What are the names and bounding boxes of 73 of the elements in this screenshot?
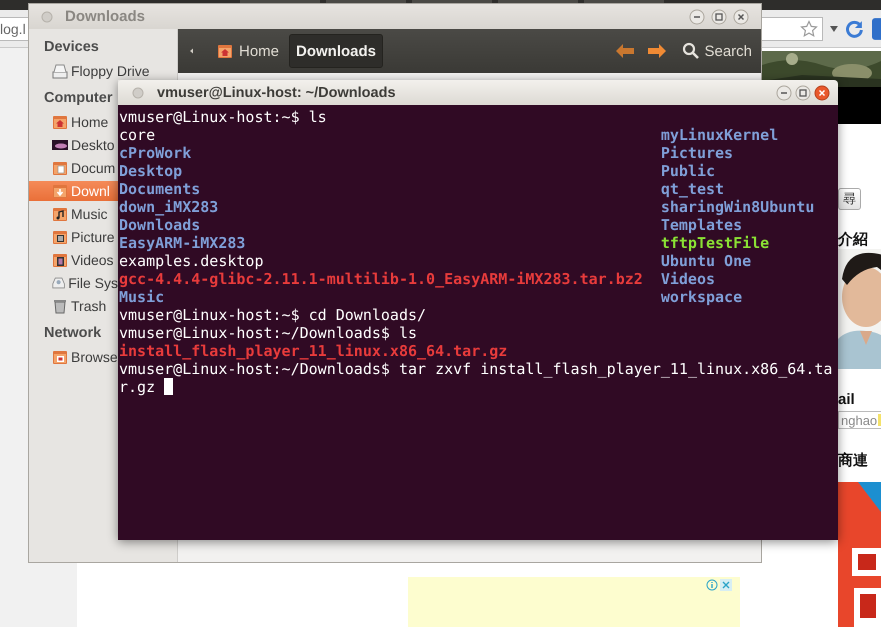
directory-name: Downloads	[119, 216, 200, 234]
caret-icon[interactable]	[829, 24, 840, 32]
sidebar-heading: Computer	[44, 89, 112, 108]
sidebar-heading: Network	[44, 324, 102, 343]
music-folder-icon	[52, 206, 68, 222]
archive-name: install_flash_player_11_linux.x86_64.tar.gz	[119, 342, 508, 360]
directory-name: Public	[660, 162, 716, 180]
maximize-button[interactable]	[795, 84, 811, 100]
directory-name: Ubuntu One	[660, 252, 752, 270]
command-line: vmuser@Linux-host:~$ cd Downloads/	[119, 306, 426, 324]
document-folder-icon	[52, 160, 68, 176]
sidebar-item[interactable]: Docum	[29, 158, 118, 178]
command-line: vmuser@Linux-host:~/Downloads$ ls	[119, 324, 418, 342]
sidebar-item[interactable]: Videos	[29, 250, 118, 270]
maximize-button[interactable]	[711, 8, 727, 24]
network-folder-icon	[52, 349, 68, 365]
search-icon[interactable]	[682, 42, 700, 60]
picture-folder-icon	[52, 229, 68, 245]
forward-arrow-icon[interactable]	[646, 42, 668, 60]
star-icon[interactable]	[800, 20, 818, 38]
path-button[interactable]: Downloads	[289, 34, 384, 68]
drive-icon	[52, 275, 66, 291]
directory-name: qt_test	[660, 180, 724, 198]
section-heading: 商連	[838, 451, 868, 470]
sidebar-heading: Devices	[44, 38, 99, 57]
sidebar-item[interactable]: File Sys	[29, 273, 118, 293]
file-name: core	[119, 126, 156, 144]
sidebar-item[interactable]: Floppy Drive	[29, 61, 154, 81]
search-button[interactable]: 尋	[838, 188, 861, 210]
drive-icon	[52, 63, 68, 79]
directory-name: EasyARM-iMX283	[119, 234, 246, 252]
window-title: Downloads	[65, 8, 146, 25]
directory-name: down_iMX283	[119, 198, 218, 216]
window-title: vmuser@Linux-host: ~/Downloads	[157, 84, 397, 100]
minimize-button[interactable]	[776, 84, 792, 100]
back-arrow-icon[interactable]	[614, 42, 636, 60]
home-folder-icon	[52, 114, 68, 130]
sidebar-item[interactable]: Music	[29, 204, 118, 224]
trash-icon	[52, 298, 68, 314]
directory-name: sharingWin8Ubuntu	[660, 198, 814, 216]
reload-icon[interactable]	[845, 18, 866, 38]
section-heading: 介紹	[838, 230, 868, 249]
directory-name: Templates	[660, 216, 742, 234]
directory-name: workspace	[660, 288, 742, 306]
home-folder-icon	[217, 43, 233, 59]
minimize-button[interactable]	[689, 8, 705, 24]
close-button[interactable]	[814, 84, 830, 100]
file-name: examples.desktop	[119, 252, 264, 270]
executable-name: tftpTestFile	[660, 234, 770, 252]
desktop-icon	[52, 137, 68, 153]
info-icon[interactable]	[706, 579, 718, 591]
directory-name: Videos	[660, 270, 716, 288]
directory-name: cProWork	[119, 144, 192, 162]
path-button[interactable]: Home	[210, 34, 286, 68]
field-label: ail	[838, 391, 855, 408]
sidebar-item[interactable]: Trash	[29, 296, 118, 316]
app-icon[interactable]	[871, 18, 881, 40]
sidebar-item[interactable]: Deskto	[29, 135, 118, 155]
directory-name: myLinuxKernel	[660, 126, 778, 144]
video-folder-icon	[52, 252, 68, 268]
sidebar-item[interactable]: Picture	[29, 227, 118, 247]
download-folder-icon	[52, 183, 68, 199]
close-button[interactable]	[733, 8, 749, 24]
directory-name: Desktop	[119, 162, 182, 180]
command-line: vmuser@Linux-host:~$ ls	[119, 108, 327, 126]
archive-name: gcc-4.4.4-glibc-2.11.1-multilib-1.0_EasyARM-iMX283.tar.bz2	[119, 270, 643, 288]
directory-name: Pictures	[660, 144, 734, 162]
search-label[interactable]: Search	[704, 42, 752, 60]
sidebar-item[interactable]: Browse	[29, 347, 118, 367]
directory-name: Documents	[119, 180, 200, 198]
directory-name: Music	[119, 288, 164, 306]
banner	[838, 87, 881, 124]
sidebar-item[interactable]: Home	[29, 112, 118, 132]
